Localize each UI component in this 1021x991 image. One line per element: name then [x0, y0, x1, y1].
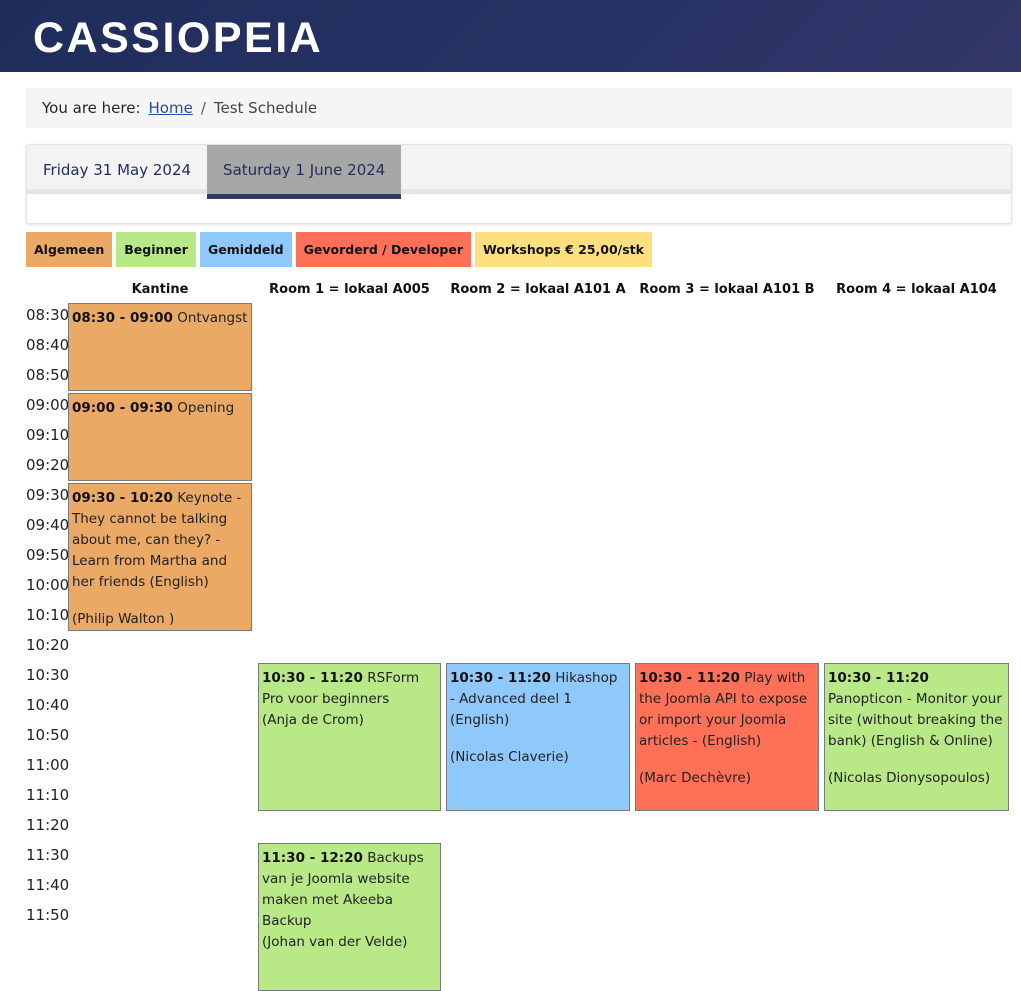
event-time: 08:30 - 09:00 — [72, 310, 173, 326]
schedule-event[interactable]: 10:30 - 11:20 RSForm Pro voor beginners(… — [258, 663, 441, 811]
legend-item: Beginner — [116, 232, 196, 267]
event-speaker: (Marc Dechèvre) — [639, 770, 751, 786]
room-header: Room 2 = lokaal A101 A — [450, 282, 626, 297]
time-label: 08:40 — [26, 336, 70, 354]
time-label: 10:10 — [26, 606, 70, 624]
event-time: 11:30 - 12:20 — [262, 850, 363, 866]
time-label: 09:40 — [26, 516, 70, 534]
time-label: 09:30 — [26, 486, 70, 504]
day-tabs: Friday 31 May 2024 Saturday 1 June 2024 — [26, 144, 1012, 224]
time-label: 11:10 — [26, 786, 70, 804]
event-time: 10:30 - 11:20 — [450, 670, 551, 686]
breadcrumb: You are here: Home / Test Schedule — [26, 88, 1012, 128]
room-header: Room 3 = lokaal A101 B — [639, 282, 815, 297]
event-title: Panopticon - Monitor your site (without … — [828, 691, 1003, 749]
time-label: 09:50 — [26, 546, 70, 564]
time-label: 10:50 — [26, 726, 70, 744]
tabs-bar: Friday 31 May 2024 Saturday 1 June 2024 — [27, 145, 1011, 199]
event-time: 10:30 - 11:20 — [639, 670, 740, 686]
schedule-event[interactable]: 08:30 - 09:00 Ontvangst — [68, 303, 252, 391]
tab-friday[interactable]: Friday 31 May 2024 — [27, 145, 207, 194]
time-label: 08:50 — [26, 366, 70, 384]
event-title: Ontvangst — [177, 310, 248, 326]
event-speaker: (Anja de Crom) — [262, 712, 364, 728]
site-header: CASSIOPEIA — [0, 0, 1021, 72]
event-speaker: (Johan van der Velde) — [262, 934, 408, 950]
room-header: Kantine — [131, 282, 189, 297]
schedule-event[interactable]: 10:30 - 11:20 Panopticon - Monitor your … — [824, 663, 1009, 811]
schedule-grid: Kantine Room 1 = lokaal A005 Room 2 = loka… — [0, 280, 1021, 991]
schedule-event[interactable]: 09:30 - 10:20 Keynote - They cannot be t… — [68, 483, 252, 631]
legend-item: Gevorderd / Developer — [295, 232, 471, 267]
time-label: 08:30 — [26, 306, 70, 324]
event-time: 10:30 - 11:20 — [262, 670, 363, 686]
room-header: Room 4 = lokaal A104 — [836, 282, 997, 297]
time-label: 11:40 — [26, 876, 70, 894]
category-legend: Algemeen Beginner Gemiddeld Gevorderd / Dev… — [26, 232, 652, 267]
time-label: 10:00 — [26, 576, 70, 594]
site-logo[interactable]: CASSIOPEIA — [33, 17, 323, 60]
event-time: 09:30 - 10:20 — [72, 490, 173, 506]
time-label: 09:20 — [26, 456, 70, 474]
schedule-event[interactable]: 10:30 - 11:20 Hikashop - Advanced deel 1… — [446, 663, 630, 811]
room-header: Room 1 = lokaal A005 — [269, 282, 430, 297]
tab-saturday[interactable]: Saturday 1 June 2024 — [207, 145, 402, 199]
schedule-event[interactable]: 09:00 - 09:30 Opening — [68, 393, 252, 481]
time-label: 11:20 — [26, 816, 70, 834]
event-title: Opening — [177, 400, 235, 416]
schedule-event[interactable]: 11:30 - 12:20 Backups van je Joomla webs… — [258, 843, 441, 991]
event-speaker: (Philip Walton ) — [72, 611, 175, 627]
breadcrumb-separator: / — [200, 99, 206, 117]
breadcrumb-home-link[interactable]: Home — [149, 99, 193, 117]
event-time: 09:00 - 09:30 — [72, 400, 173, 416]
legend-item: Algemeen — [26, 232, 113, 267]
time-label: 09:00 — [26, 396, 70, 414]
schedule-event[interactable]: 10:30 - 11:20 Play with the Joomla API t… — [635, 663, 819, 811]
legend-item: Gemiddeld — [199, 232, 292, 267]
legend-item: Workshops € 25,00/stk — [475, 232, 652, 267]
breadcrumb-current: Test Schedule — [213, 99, 318, 117]
time-label: 11:50 — [26, 906, 70, 924]
time-label: 10:40 — [26, 696, 70, 714]
time-label: 09:10 — [26, 426, 70, 444]
time-label: 11:30 — [26, 846, 70, 864]
time-label: 11:00 — [26, 756, 70, 774]
event-speaker: (Nicolas Dionysopoulos) — [828, 770, 991, 786]
event-time: 10:30 - 11:20 — [828, 670, 929, 686]
time-label: 10:30 — [26, 666, 70, 684]
time-label: 10:20 — [26, 636, 70, 654]
breadcrumb-lead: You are here: — [42, 99, 141, 117]
event-speaker: (Nicolas Claverie) — [450, 749, 569, 765]
